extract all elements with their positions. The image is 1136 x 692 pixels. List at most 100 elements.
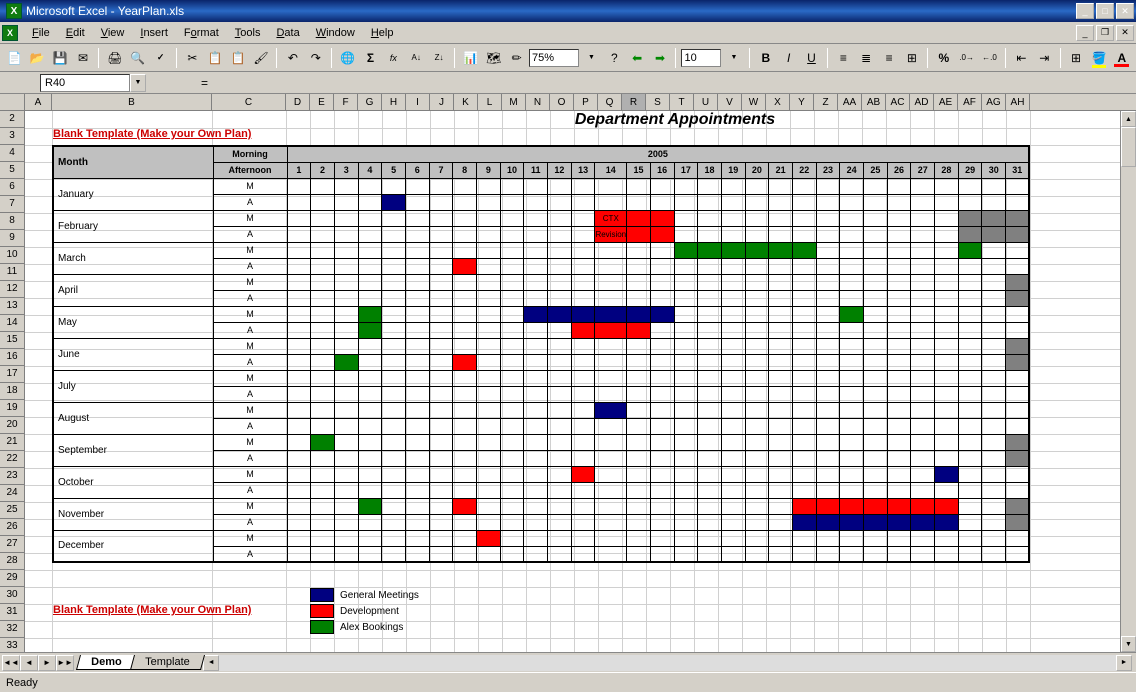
col-header-Q[interactable]: Q xyxy=(598,94,622,110)
select-all-corner[interactable] xyxy=(0,94,25,111)
col-header-I[interactable]: I xyxy=(406,94,430,110)
blank-template-link-1[interactable]: Blank Template (Make your Own Plan) xyxy=(53,128,251,140)
vertical-scrollbar[interactable]: ▲ ▼ xyxy=(1120,111,1136,652)
col-header-F[interactable]: F xyxy=(334,94,358,110)
new-icon[interactable]: 📄 xyxy=(4,47,25,69)
col-header-Z[interactable]: Z xyxy=(814,94,838,110)
col-header-C[interactable]: C xyxy=(212,94,286,110)
menu-window[interactable]: Window xyxy=(308,25,363,41)
paste-icon[interactable]: 📋 xyxy=(228,47,249,69)
col-header-AA[interactable]: AA xyxy=(838,94,862,110)
row-header-24[interactable]: 24 xyxy=(0,485,25,502)
open-icon[interactable]: 📂 xyxy=(27,47,48,69)
doc-close-button[interactable]: ✕ xyxy=(1116,25,1134,41)
font-color-icon[interactable]: A xyxy=(1111,47,1132,69)
col-header-U[interactable]: U xyxy=(694,94,718,110)
percent-icon[interactable]: % xyxy=(933,47,954,69)
row-header-31[interactable]: 31 xyxy=(0,604,25,621)
row-header-17[interactable]: 17 xyxy=(0,366,25,383)
col-header-P[interactable]: P xyxy=(574,94,598,110)
merge-center-icon[interactable]: ⊞ xyxy=(902,47,923,69)
row-header-32[interactable]: 32 xyxy=(0,621,25,638)
col-header-E[interactable]: E xyxy=(310,94,334,110)
sort-asc-icon[interactable]: A↓ xyxy=(406,47,427,69)
menu-tools[interactable]: Tools xyxy=(227,25,269,41)
row-header-12[interactable]: 12 xyxy=(0,281,25,298)
cut-icon[interactable]: ✂ xyxy=(182,47,203,69)
col-header-AH[interactable]: AH xyxy=(1006,94,1030,110)
row-header-23[interactable]: 23 xyxy=(0,468,25,485)
cells-grid[interactable]: Department AppointmentsBlank Template (M… xyxy=(25,111,1136,652)
col-header-S[interactable]: S xyxy=(646,94,670,110)
col-header-AD[interactable]: AD xyxy=(910,94,934,110)
row-header-27[interactable]: 27 xyxy=(0,536,25,553)
menu-view[interactable]: View xyxy=(93,25,133,41)
col-header-B[interactable]: B xyxy=(52,94,212,110)
decrease-decimal-icon[interactable]: ←.0 xyxy=(979,47,1000,69)
col-header-Y[interactable]: Y xyxy=(790,94,814,110)
row-header-33[interactable]: 33 xyxy=(0,638,25,652)
increase-decimal-icon[interactable]: .0→ xyxy=(956,47,977,69)
scroll-up-icon[interactable]: ▲ xyxy=(1121,111,1136,127)
col-header-T[interactable]: T xyxy=(670,94,694,110)
mail-icon[interactable]: ✉ xyxy=(73,47,94,69)
row-header-7[interactable]: 7 xyxy=(0,196,25,213)
row-header-10[interactable]: 10 xyxy=(0,247,25,264)
print-icon[interactable]: 🖨 xyxy=(104,47,125,69)
tab-nav-prev-icon[interactable]: ◄ xyxy=(20,655,38,671)
row-header-28[interactable]: 28 xyxy=(0,553,25,570)
col-header-D[interactable]: D xyxy=(286,94,310,110)
row-header-5[interactable]: 5 xyxy=(0,162,25,179)
maximize-button[interactable]: □ xyxy=(1096,3,1114,19)
menu-edit[interactable]: Edit xyxy=(58,25,93,41)
row-header-16[interactable]: 16 xyxy=(0,349,25,366)
minimize-button[interactable]: _ xyxy=(1076,3,1094,19)
col-header-L[interactable]: L xyxy=(478,94,502,110)
col-header-AF[interactable]: AF xyxy=(958,94,982,110)
row-header-21[interactable]: 21 xyxy=(0,434,25,451)
row-header-6[interactable]: 6 xyxy=(0,179,25,196)
row-header-18[interactable]: 18 xyxy=(0,383,25,400)
col-header-X[interactable]: X xyxy=(766,94,790,110)
menu-format[interactable]: Format xyxy=(176,25,227,41)
font-size-input[interactable] xyxy=(681,49,721,67)
align-center-icon[interactable]: ≣ xyxy=(856,47,877,69)
blank-template-link-2[interactable]: Blank Template (Make your Own Plan) xyxy=(53,604,251,616)
col-header-AC[interactable]: AC xyxy=(886,94,910,110)
tab-nav-next-icon[interactable]: ► xyxy=(38,655,56,671)
col-header-V[interactable]: V xyxy=(718,94,742,110)
autosum-icon[interactable]: Σ xyxy=(360,47,381,69)
col-header-M[interactable]: M xyxy=(502,94,526,110)
year-plan-table[interactable]: MonthMorning2005Afternoon123456789101112… xyxy=(52,145,1030,563)
col-header-O[interactable]: O xyxy=(550,94,574,110)
col-header-G[interactable]: G xyxy=(358,94,382,110)
doc-minimize-button[interactable]: _ xyxy=(1076,25,1094,41)
row-header-20[interactable]: 20 xyxy=(0,417,25,434)
chart-wizard-icon[interactable]: 📊 xyxy=(460,47,481,69)
increase-indent-icon[interactable]: ⇥ xyxy=(1034,47,1055,69)
row-header-2[interactable]: 2 xyxy=(0,111,25,128)
zoom-input[interactable] xyxy=(529,49,579,67)
col-header-H[interactable]: H xyxy=(382,94,406,110)
redo-icon[interactable]: ↷ xyxy=(305,47,326,69)
row-header-14[interactable]: 14 xyxy=(0,315,25,332)
print-preview-icon[interactable]: 🔍 xyxy=(127,47,148,69)
doc-restore-button[interactable]: ❐ xyxy=(1096,25,1114,41)
row-header-8[interactable]: 8 xyxy=(0,213,25,230)
drawing-icon[interactable]: ✏ xyxy=(506,47,527,69)
row-header-11[interactable]: 11 xyxy=(0,264,25,281)
col-header-K[interactable]: K xyxy=(454,94,478,110)
bold-icon[interactable]: B xyxy=(755,47,776,69)
fontsize-dropdown-icon[interactable]: ▼ xyxy=(723,47,744,69)
italic-icon[interactable]: I xyxy=(778,47,799,69)
spell-check-icon[interactable]: ✓ xyxy=(150,47,171,69)
forward-icon[interactable]: ➡ xyxy=(650,47,671,69)
col-header-AB[interactable]: AB xyxy=(862,94,886,110)
row-header-3[interactable]: 3 xyxy=(0,128,25,145)
align-left-icon[interactable]: ≡ xyxy=(833,47,854,69)
row-header-4[interactable]: 4 xyxy=(0,145,25,162)
align-right-icon[interactable]: ≡ xyxy=(879,47,900,69)
scroll-down-icon[interactable]: ▼ xyxy=(1121,636,1136,652)
format-painter-icon[interactable]: 🖌 xyxy=(251,47,272,69)
underline-icon[interactable]: U xyxy=(801,47,822,69)
